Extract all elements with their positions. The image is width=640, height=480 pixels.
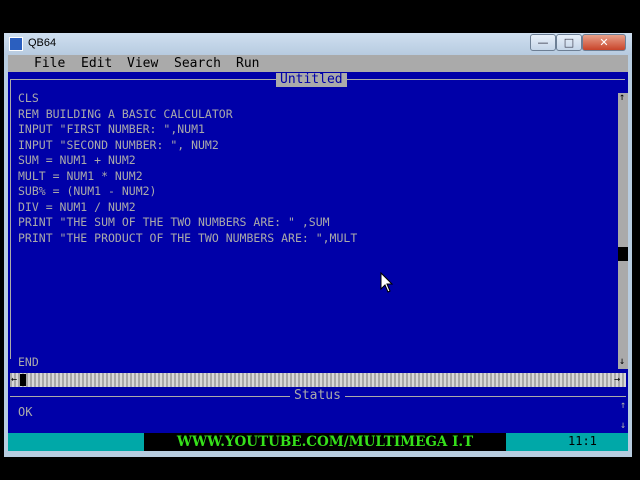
menu-view[interactable]: View xyxy=(127,57,158,70)
close-button[interactable]: ✕ xyxy=(582,34,626,51)
code-line: PRINT "THE SUM OF THE TWO NUMBERS ARE: "… xyxy=(18,215,330,229)
code-line: DIV = NUM1 / NUM2 xyxy=(18,199,136,214)
menu-edit[interactable]: Edit xyxy=(81,57,112,70)
mouse-pointer-icon xyxy=(380,272,394,293)
window-title: QB64 xyxy=(28,37,57,49)
code-line: PRINT "THE PRODUCT OF THE TWO NUMBERS AR… xyxy=(18,230,358,245)
menu-bar: File Edit View Search Run xyxy=(8,55,628,72)
editor-horizontal-scrollbar[interactable]: ← → xyxy=(10,373,626,387)
status-scroll-up-icon[interactable]: ↑ xyxy=(620,401,626,411)
scroll-left-arrow-icon[interactable]: ← xyxy=(11,375,17,385)
qb64-app-icon xyxy=(9,37,23,51)
vertical-scroll-thumb[interactable] xyxy=(618,247,628,261)
bottom-status-bar: WWW.YOUTUBE.COM/MULTIMEGA I.T SCHOOL 11:… xyxy=(8,433,628,451)
qb64-window: QB64 — □ ✕ File Edit View Search Run Unt… xyxy=(4,33,632,457)
scroll-up-arrow-icon[interactable]: ↑ xyxy=(619,93,625,103)
code-line: INPUT "FIRST NUMBER: ",NUM1 xyxy=(18,122,205,136)
code-line: INPUT "SECOND NUMBER: ", NUM2 xyxy=(18,137,219,152)
status-scroll-down-icon[interactable]: ↓ xyxy=(620,421,626,431)
scroll-right-arrow-icon[interactable]: → xyxy=(614,375,620,385)
scroll-down-arrow-icon[interactable]: ↓ xyxy=(619,357,625,367)
menu-file[interactable]: File xyxy=(34,57,65,70)
code-line: SUM = NUM1 + NUM2 xyxy=(18,153,136,167)
horizontal-scroll-thumb[interactable] xyxy=(20,374,26,386)
status-title: Status xyxy=(290,389,345,403)
editor-title: Untitled xyxy=(276,73,347,87)
code-line: CLS xyxy=(18,91,39,105)
code-line: MULT = NUM1 * NUM2 xyxy=(18,168,143,183)
code-line: END xyxy=(18,354,39,369)
window-titlebar[interactable]: QB64 — □ ✕ xyxy=(4,33,632,55)
watermark-banner: WWW.YOUTUBE.COM/MULTIMEGA I.T SCHOOL xyxy=(144,433,506,451)
menu-run[interactable]: Run xyxy=(236,57,259,70)
code-line: SUB% = (NUM1 - NUM2) xyxy=(18,184,157,198)
cursor-position: 11:1 xyxy=(568,434,597,448)
menu-search[interactable]: Search xyxy=(174,57,221,70)
qb64-client-area: File Edit View Search Run Untitled CLS R… xyxy=(8,55,628,451)
editor-vertical-scrollbar[interactable]: ↑ ↓ xyxy=(618,93,628,369)
code-editor[interactable]: CLS REM BUILDING A BASIC CALCULATOR INPU… xyxy=(18,91,357,370)
status-message: OK xyxy=(18,405,33,419)
maximize-button[interactable]: □ xyxy=(556,34,582,51)
code-line: REM BUILDING A BASIC CALCULATOR xyxy=(18,106,233,121)
minimize-button[interactable]: — xyxy=(530,34,556,51)
